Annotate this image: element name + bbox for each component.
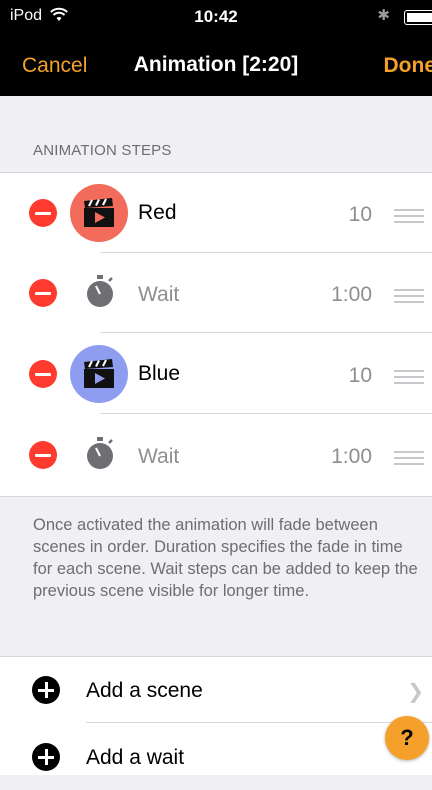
- status-bar: iPod 10:42 ✱: [0, 0, 432, 36]
- reorder-handle-icon[interactable]: [394, 209, 424, 227]
- plus-circle-icon: [32, 676, 60, 704]
- add-scene-row[interactable]: Add a scene ❯: [0, 657, 432, 723]
- help-button[interactable]: ?: [385, 716, 429, 760]
- battery-icon: [404, 10, 432, 25]
- plus-circle-icon: [32, 743, 60, 771]
- step-label: Blue: [138, 362, 180, 386]
- reorder-handle-icon[interactable]: [394, 370, 424, 388]
- step-duration: 1:00: [331, 283, 372, 307]
- remove-step-button[interactable]: [29, 441, 57, 469]
- reorder-handle-icon[interactable]: [394, 289, 424, 307]
- step-row-blue[interactable]: Blue 10: [0, 334, 432, 414]
- section-header: ANIMATION STEPS: [33, 142, 172, 159]
- bluetooth-icon: ✱: [377, 6, 390, 24]
- add-wait-label: Add a wait: [86, 746, 184, 770]
- step-row-red[interactable]: Red 10: [0, 173, 432, 253]
- add-actions-list: Add a scene ❯ Add a wait: [0, 656, 432, 775]
- add-scene-label: Add a scene: [86, 679, 203, 703]
- page-title: Animation [2:20]: [0, 53, 432, 77]
- done-button[interactable]: Done: [384, 54, 432, 78]
- reorder-handle-icon[interactable]: [394, 451, 424, 469]
- step-duration: 1:00: [331, 445, 372, 469]
- status-time: 10:42: [0, 7, 432, 27]
- clapperboard-icon: [83, 198, 115, 228]
- animation-steps-list: Red 10 Wait 1:00 Blu: [0, 172, 432, 497]
- step-duration: 10: [349, 203, 372, 227]
- navigation-bar: Cancel Animation [2:20] Done: [0, 38, 432, 94]
- scene-color-circle: [70, 184, 128, 242]
- stopwatch-icon: [85, 437, 115, 471]
- step-row-wait[interactable]: Wait 1:00: [0, 415, 432, 495]
- top-bar: iPod 10:42 ✱ Cancel Animation [2:20] Don…: [0, 0, 432, 96]
- remove-step-button[interactable]: [29, 360, 57, 388]
- scene-color-circle: [70, 345, 128, 403]
- step-label: Wait: [138, 283, 179, 307]
- step-row-wait[interactable]: Wait 1:00: [0, 253, 432, 333]
- step-label: Wait: [138, 445, 179, 469]
- add-wait-row[interactable]: Add a wait: [0, 724, 432, 790]
- clapperboard-icon: [83, 359, 115, 389]
- step-label: Red: [138, 201, 177, 225]
- step-duration: 10: [349, 364, 372, 388]
- remove-step-button[interactable]: [29, 279, 57, 307]
- chevron-right-icon: ❯: [407, 679, 424, 704]
- animation-help-text: Once activated the animation will fade b…: [33, 514, 425, 602]
- stopwatch-icon: [85, 275, 115, 309]
- remove-step-button[interactable]: [29, 199, 57, 227]
